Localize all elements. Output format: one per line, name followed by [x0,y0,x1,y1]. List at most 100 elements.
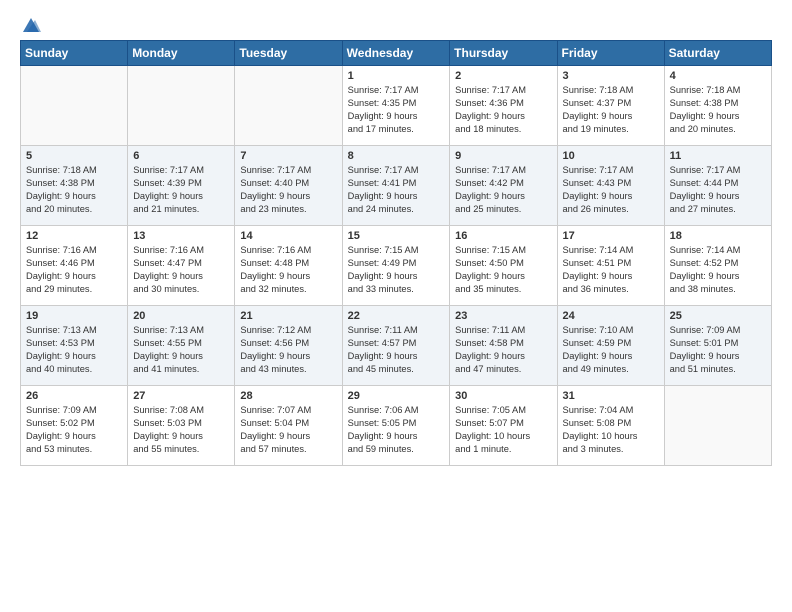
day-number: 23 [455,310,551,322]
day-info: Sunrise: 7:15 AM Sunset: 4:50 PM Dayligh… [455,244,551,296]
day-cell-1: 1 Sunrise: 7:17 AM Sunset: 4:35 PM Daylig… [342,66,450,146]
day-number: 25 [670,310,766,322]
day-number: 2 [455,70,551,82]
day-number: 20 [133,310,229,322]
day-info: Sunrise: 7:05 AM Sunset: 5:07 PM Dayligh… [455,404,551,456]
day-cell-7: 7 Sunrise: 7:17 AM Sunset: 4:40 PM Daylig… [235,146,342,226]
weekday-header-saturday: Saturday [664,41,771,66]
day-cell-12: 12Sunrise: 7:16 AM Sunset: 4:46 PM Dayli… [21,226,128,306]
day-number: 31 [563,390,659,402]
day-info: Sunrise: 7:17 AM Sunset: 4:39 PM Dayligh… [133,164,229,216]
day-cell-25: 25 Sunrise: 7:09 AM Sunset: 5:01 PM Dayli… [664,306,771,386]
day-info: Sunrise: 7:13 AM Sunset: 4:53 PM Dayligh… [26,324,122,376]
day-cell-24: 24 Sunrise: 7:10 AM Sunset: 4:59 PM Dayli… [557,306,664,386]
logo-icon [21,16,41,34]
day-number: 21 [240,310,336,322]
day-info: Sunrise: 7:04 AM Sunset: 5:08 PM Dayligh… [563,404,659,456]
weekday-header-row: SundayMondayTuesdayWednesdayThursdayFrid… [21,41,772,66]
day-info: Sunrise: 7:09 AM Sunset: 5:02 PM Dayligh… [26,404,122,456]
day-info: Sunrise: 7:17 AM Sunset: 4:44 PM Dayligh… [670,164,766,216]
day-cell-15: 15Sunrise: 7:15 AM Sunset: 4:49 PM Dayli… [342,226,450,306]
day-cell-3: 3Sunrise: 7:18 AM Sunset: 4:37 PM Daylig… [557,66,664,146]
day-cell-19: 19 Sunrise: 7:13 AM Sunset: 4:53 PM Dayli… [21,306,128,386]
calendar: SundayMondayTuesdayWednesdayThursdayFrid… [20,40,772,466]
day-number: 26 [26,390,122,402]
day-number: 9 [455,150,551,162]
day-cell-21: 21 Sunrise: 7:12 AM Sunset: 4:56 PM Dayli… [235,306,342,386]
day-cell-23: 23 Sunrise: 7:11 AM Sunset: 4:58 PM Dayli… [450,306,557,386]
day-number: 30 [455,390,551,402]
day-number: 10 [563,150,659,162]
day-cell-9: 9 Sunrise: 7:17 AM Sunset: 4:42 PM Daylig… [450,146,557,226]
day-cell-31: 31 Sunrise: 7:04 AM Sunset: 5:08 PM Dayli… [557,386,664,466]
day-number: 17 [563,230,659,242]
day-info: Sunrise: 7:09 AM Sunset: 5:01 PM Dayligh… [670,324,766,376]
day-number: 27 [133,390,229,402]
day-cell-18: 18Sunrise: 7:14 AM Sunset: 4:52 PM Dayli… [664,226,771,306]
day-info: Sunrise: 7:06 AM Sunset: 5:05 PM Dayligh… [348,404,445,456]
day-number: 13 [133,230,229,242]
day-info: Sunrise: 7:17 AM Sunset: 4:42 PM Dayligh… [455,164,551,216]
day-info: Sunrise: 7:15 AM Sunset: 4:49 PM Dayligh… [348,244,445,296]
day-info: Sunrise: 7:10 AM Sunset: 4:59 PM Dayligh… [563,324,659,376]
day-number: 3 [563,70,659,82]
day-info: Sunrise: 7:12 AM Sunset: 4:56 PM Dayligh… [240,324,336,376]
day-number: 6 [133,150,229,162]
page: SundayMondayTuesdayWednesdayThursdayFrid… [0,0,792,612]
day-info: Sunrise: 7:17 AM Sunset: 4:40 PM Dayligh… [240,164,336,216]
day-info: Sunrise: 7:07 AM Sunset: 5:04 PM Dayligh… [240,404,336,456]
day-cell-8: 8 Sunrise: 7:17 AM Sunset: 4:41 PM Daylig… [342,146,450,226]
day-info: Sunrise: 7:17 AM Sunset: 4:35 PM Dayligh… [348,84,445,136]
week-row-2: 5 Sunrise: 7:18 AM Sunset: 4:38 PM Daylig… [21,146,772,226]
day-cell-17: 17 Sunrise: 7:14 AM Sunset: 4:51 PM Dayli… [557,226,664,306]
week-row-1: 1 Sunrise: 7:17 AM Sunset: 4:35 PM Daylig… [21,66,772,146]
logo [20,16,41,30]
day-info: Sunrise: 7:13 AM Sunset: 4:55 PM Dayligh… [133,324,229,376]
empty-cell [664,386,771,466]
weekday-header-wednesday: Wednesday [342,41,450,66]
day-number: 19 [26,310,122,322]
day-number: 14 [240,230,336,242]
weekday-header-tuesday: Tuesday [235,41,342,66]
day-number: 24 [563,310,659,322]
day-info: Sunrise: 7:18 AM Sunset: 4:38 PM Dayligh… [26,164,122,216]
day-number: 11 [670,150,766,162]
day-number: 4 [670,70,766,82]
day-cell-10: 10 Sunrise: 7:17 AM Sunset: 4:43 PM Dayli… [557,146,664,226]
day-info: Sunrise: 7:18 AM Sunset: 4:38 PM Dayligh… [670,84,766,136]
day-number: 16 [455,230,551,242]
day-cell-4: 4 Sunrise: 7:18 AM Sunset: 4:38 PM Daylig… [664,66,771,146]
day-number: 1 [348,70,445,82]
day-cell-29: 29 Sunrise: 7:06 AM Sunset: 5:05 PM Dayli… [342,386,450,466]
day-cell-26: 26 Sunrise: 7:09 AM Sunset: 5:02 PM Dayli… [21,386,128,466]
empty-cell [128,66,235,146]
week-row-5: 26 Sunrise: 7:09 AM Sunset: 5:02 PM Dayli… [21,386,772,466]
day-info: Sunrise: 7:17 AM Sunset: 4:36 PM Dayligh… [455,84,551,136]
weekday-header-friday: Friday [557,41,664,66]
day-number: 29 [348,390,445,402]
day-info: Sunrise: 7:14 AM Sunset: 4:52 PM Dayligh… [670,244,766,296]
weekday-header-monday: Monday [128,41,235,66]
day-info: Sunrise: 7:17 AM Sunset: 4:41 PM Dayligh… [348,164,445,216]
day-number: 5 [26,150,122,162]
day-cell-27: 27 Sunrise: 7:08 AM Sunset: 5:03 PM Dayli… [128,386,235,466]
day-info: Sunrise: 7:11 AM Sunset: 4:58 PM Dayligh… [455,324,551,376]
day-cell-2: 2 Sunrise: 7:17 AM Sunset: 4:36 PM Daylig… [450,66,557,146]
day-info: Sunrise: 7:11 AM Sunset: 4:57 PM Dayligh… [348,324,445,376]
day-number: 7 [240,150,336,162]
day-info: Sunrise: 7:08 AM Sunset: 5:03 PM Dayligh… [133,404,229,456]
day-cell-28: 28Sunrise: 7:07 AM Sunset: 5:04 PM Dayli… [235,386,342,466]
day-cell-30: 30 Sunrise: 7:05 AM Sunset: 5:07 PM Dayli… [450,386,557,466]
day-cell-6: 6 Sunrise: 7:17 AM Sunset: 4:39 PM Daylig… [128,146,235,226]
empty-cell [21,66,128,146]
day-info: Sunrise: 7:14 AM Sunset: 4:51 PM Dayligh… [563,244,659,296]
day-number: 12 [26,230,122,242]
header [20,16,772,30]
week-row-3: 12Sunrise: 7:16 AM Sunset: 4:46 PM Dayli… [21,226,772,306]
day-cell-11: 11 Sunrise: 7:17 AM Sunset: 4:44 PM Dayli… [664,146,771,226]
day-number: 8 [348,150,445,162]
day-cell-13: 13Sunrise: 7:16 AM Sunset: 4:47 PM Dayli… [128,226,235,306]
day-info: Sunrise: 7:16 AM Sunset: 4:48 PM Dayligh… [240,244,336,296]
day-info: Sunrise: 7:17 AM Sunset: 4:43 PM Dayligh… [563,164,659,216]
day-cell-20: 20 Sunrise: 7:13 AM Sunset: 4:55 PM Dayli… [128,306,235,386]
